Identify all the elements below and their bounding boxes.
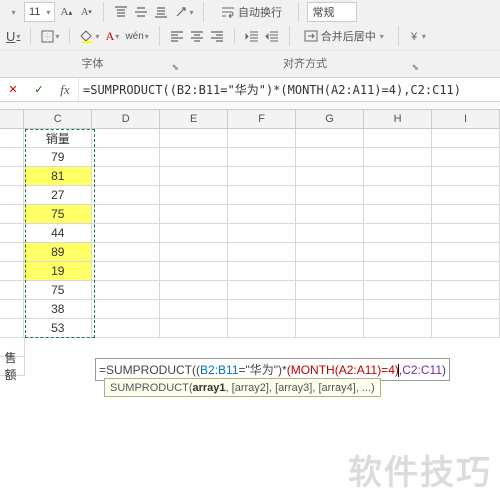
cancel-icon[interactable]: ✕	[0, 83, 26, 96]
svg-text:¥: ¥	[410, 31, 418, 43]
col-header-E[interactable]: E	[160, 110, 228, 128]
align-right-icon[interactable]	[208, 26, 226, 46]
currency-icon[interactable]: ¥▾	[407, 26, 428, 46]
align-middle-icon[interactable]	[132, 2, 150, 22]
decrease-indent-icon[interactable]	[243, 26, 261, 46]
fill-color-icon[interactable]: ▾	[78, 26, 101, 46]
phonetic-icon[interactable]: wén▾	[123, 26, 150, 46]
data-cell[interactable]: 53	[24, 319, 92, 338]
data-cell[interactable]: 81	[24, 167, 92, 186]
data-cell[interactable]: 27	[24, 186, 92, 205]
increase-font-icon[interactable]: A▴	[57, 2, 75, 22]
data-cell[interactable]: 44	[24, 224, 92, 243]
align-top-icon[interactable]	[112, 2, 130, 22]
wrap-text-button[interactable]: 自动换行	[212, 2, 290, 22]
data-cell[interactable]: 19	[24, 262, 92, 281]
group-align-label: 对齐方式⬊	[185, 51, 425, 77]
align-center-icon[interactable]	[188, 26, 206, 46]
col-header-H[interactable]: H	[364, 110, 432, 128]
data-cell[interactable]: 75	[24, 205, 92, 224]
group-font-label: 字体⬊	[0, 51, 185, 77]
underline-button[interactable]: U▾	[4, 26, 22, 46]
enter-icon[interactable]: ✓	[26, 83, 52, 96]
col-header-D[interactable]: D	[92, 110, 160, 128]
spreadsheet-grid[interactable]: CDEFGHI 销量79812775448919753853 售额 =SUMPR…	[0, 110, 500, 376]
data-cell[interactable]: 75	[24, 281, 92, 300]
data-cell[interactable]: 79	[24, 148, 92, 167]
col-header-G[interactable]: G	[296, 110, 364, 128]
orientation-icon[interactable]: ▾	[172, 2, 195, 22]
col-header-I[interactable]: I	[432, 110, 500, 128]
align-dialog-icon[interactable]: ⬊	[411, 62, 419, 73]
column-headers: CDEFGHI	[0, 110, 500, 129]
font-color-icon[interactable]: A▾	[103, 26, 121, 46]
font-dialog-icon[interactable]: ⬊	[171, 62, 179, 73]
watermark: 软件技巧	[348, 445, 492, 494]
data-cell[interactable]: 38	[24, 300, 92, 319]
ribbon: ▾ 11▾ A▴ A▾ ▾ 自动换行 常规 U▾ ▾ ▾ A▾ wén▾ 合并后…	[0, 0, 500, 78]
data-cell[interactable]: 89	[24, 243, 92, 262]
border-icon[interactable]: ▾	[39, 26, 61, 46]
font-size-input[interactable]: 11▾	[24, 2, 55, 22]
header-cell: 销量	[24, 129, 92, 148]
formula-bar: ✕ ✓ fx =SUMPRODUCT((B2:B11="华为")*(MONTH(…	[0, 78, 500, 102]
merge-center-button[interactable]: 合并后居中▾	[298, 26, 390, 46]
fx-icon[interactable]: fx	[52, 82, 78, 98]
col-header-F[interactable]: F	[228, 110, 296, 128]
align-bottom-icon[interactable]	[152, 2, 170, 22]
formula-input[interactable]: =SUMPRODUCT((B2:B11="华为")*(MONTH(A2:A11)…	[78, 78, 500, 101]
decrease-font-icon[interactable]: A▾	[77, 2, 95, 22]
font-family-dropdown[interactable]: ▾	[4, 2, 22, 22]
number-format-dropdown[interactable]: 常规	[307, 2, 357, 22]
align-left-icon[interactable]	[168, 26, 186, 46]
col-header-C[interactable]: C	[24, 110, 92, 128]
function-tooltip: SUMPRODUCT(array1, [array2], [array3], […	[104, 378, 381, 397]
row-label: 售额	[0, 357, 25, 376]
increase-indent-icon[interactable]	[263, 26, 281, 46]
